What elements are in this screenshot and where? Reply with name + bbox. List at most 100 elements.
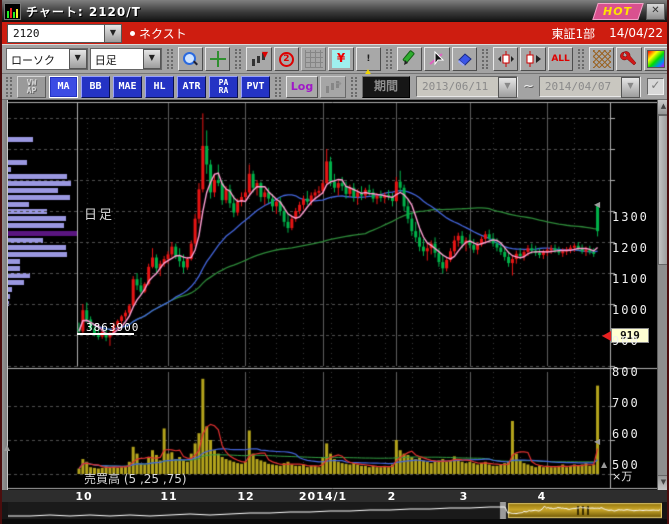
price-axis-label: 500 [612,458,640,472]
indicator-button-atr[interactable]: ATR [177,76,206,98]
candle-shift-button[interactable] [520,47,545,71]
price-axis-label: 700 [612,396,640,410]
export-button[interactable] [320,76,346,98]
candle-adjust-button[interactable] [493,47,518,71]
all-label: ALL [551,50,569,68]
period-button[interactable]: 期間 [362,76,410,98]
zoom-icon [181,50,199,68]
window-title: チャート: 2120/T [26,3,141,20]
timeframe-select[interactable]: 日足 ▼ [90,48,162,70]
crosshair-button[interactable] [205,47,230,71]
chart-window: チャート: 2120/T HOT ✕ 2120 ▼ ネクスト 東証1部 14/0… [0,0,669,524]
price-axis-label: 1300 [612,210,649,224]
grid-toggle-button[interactable] [301,47,326,71]
yen-scale-button[interactable]: ¥ [328,47,353,71]
indicator-button-ma[interactable]: MA [49,76,78,98]
date-from-value: 2013/06/11 [417,77,498,96]
eraser-button[interactable] [452,47,477,71]
all-button[interactable]: ALL [548,47,573,71]
compare-button[interactable]: 2 [274,47,299,71]
indicator-button-para[interactable]: PARA [209,76,238,98]
eraser-icon [455,50,473,68]
grid-icon [305,50,323,68]
toolbar-grip [386,49,392,69]
yen-icon: ¥ [332,50,350,68]
indicator-button-group: VWAPMABBMAEHLATRPARAPVT [17,76,270,98]
indicator-button-vwap[interactable]: VWAP [17,76,46,98]
volume-panel-title: 売買高 (5 ,25 ,75) [84,470,187,487]
symbol-combobox[interactable]: 2120 [7,24,104,43]
hot-badge[interactable]: HOT [592,3,644,20]
price-axis-label: 900 [612,334,640,348]
zoom-button[interactable] [178,47,203,71]
time-axis: 1011122014/1234 [0,490,669,502]
log-scale-button[interactable]: Log [286,76,318,98]
chart-type-select[interactable]: ローソク ▼ [6,48,88,70]
cursor-icon [428,50,446,68]
window-bottom-edge [0,519,669,524]
axis-marker-icon[interactable]: ▲ [4,444,10,452]
range-navigator[interactable] [0,502,669,519]
axis-marker-icon[interactable]: ◀ [594,438,600,446]
window-left-border [0,0,2,524]
draw-pencil-button[interactable] [397,47,422,71]
candle-adjust-icon [497,50,515,68]
toolbar-grip [235,49,241,69]
chart-type-value: ローソク [7,49,69,69]
close-button[interactable]: ✕ [646,3,665,20]
price-axis-label: 1000 [612,303,649,317]
chart-down-arrow-icon [250,50,268,68]
gray-chart-icon [324,78,342,96]
bullet-icon [130,31,135,36]
hot-badge-label: HOT [603,5,632,18]
chart-type-dropdown-icon[interactable]: ▼ [69,49,87,69]
quote-bar: 2120 ▼ ネクスト 東証1部 14/04/22 [0,22,669,45]
date-to-dropdown-icon[interactable]: ▼ [621,77,640,98]
date-from-field[interactable]: 2013/06/11 ▼ [416,76,518,97]
indicator-button-mae[interactable]: MAE [113,76,142,98]
range-separator: ~ [523,79,534,94]
timeframe-value: 日足 [91,49,143,69]
exchange-label: 東証1部 [551,25,595,42]
candle-shift-icon [524,50,542,68]
toolbar-grip [482,49,488,69]
axis-marker-icon[interactable]: ◀ [594,201,600,209]
date-to-value: 2014/04/07 [540,77,621,96]
price-axis-label: 600 [612,427,640,441]
indicator-button-bb[interactable]: BB [81,76,110,98]
settings-wrench-button[interactable] [616,47,641,71]
chart-region: 日足 売買高 (5 ,25 ,75) 3863900 919 ×万 130012… [0,100,669,490]
toolbar-indicators: VWAPMABBMAEHLATRPARAPVT Log 期間 2013/06/1… [0,74,669,100]
toolbar-grip [351,77,357,97]
period-checkbox[interactable]: ✓ [647,78,664,95]
indicator-button-hl[interactable]: HL [145,76,174,98]
profile-max-underline [77,333,134,335]
date-from-dropdown-icon[interactable]: ▼ [498,77,517,98]
crosshair-icon [209,50,227,68]
price-axis-label: 1100 [612,272,649,286]
timeframe-dropdown-icon[interactable]: ▼ [143,49,161,69]
circled-2-icon: 2 [279,52,294,67]
app-icon [4,3,21,20]
mesh-icon [593,50,611,68]
toolbar-main: ローソク ▼ 日足 ▼ 2 ¥ ALL [0,44,669,74]
navigator-canvas[interactable] [8,502,662,519]
toolbar-grip [275,77,281,97]
pencil-icon [401,50,419,68]
palette-icon [647,50,665,68]
toolbar-grip [167,49,173,69]
indicator-button-pvt[interactable]: PVT [241,76,270,98]
alert-button[interactable] [356,47,381,71]
issue-name: ネクスト [139,25,187,42]
symbol-value: 2120 [8,25,104,42]
toolbar-grip [578,49,584,69]
select-cursor-button[interactable] [424,47,449,71]
symbol-dropdown-icon[interactable]: ▼ [104,24,122,43]
price-axis-label: 1200 [612,241,649,255]
date-to-field[interactable]: 2014/04/07 ▼ [539,76,641,97]
axis-marker-icon[interactable]: ▲ [601,461,607,469]
mesh-button[interactable] [589,47,614,71]
color-palette-button[interactable] [644,47,669,71]
price-chart-canvas[interactable] [8,100,657,490]
chart-download-button[interactable] [246,47,271,71]
